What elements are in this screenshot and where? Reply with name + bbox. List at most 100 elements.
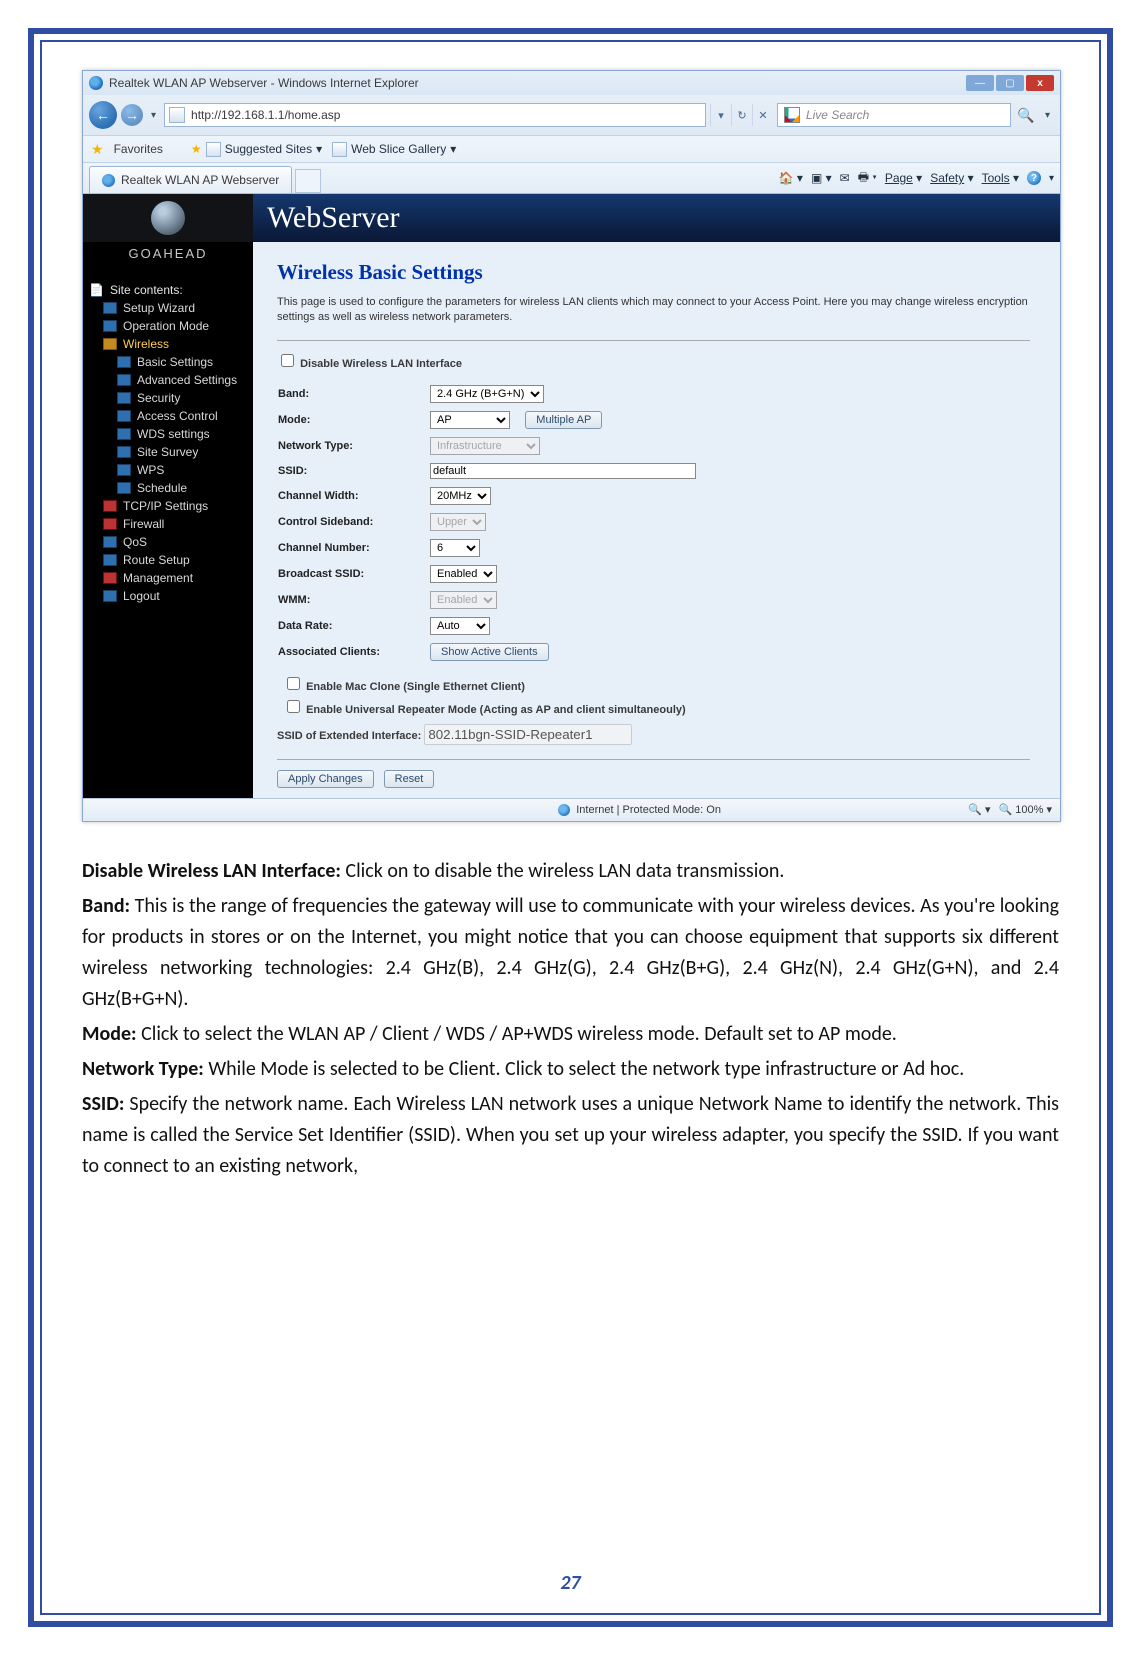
favorites-star-icon[interactable]: ★: [91, 141, 104, 158]
channel-number-select[interactable]: 6: [430, 539, 480, 557]
network-type-label: Network Type:: [277, 436, 429, 456]
nav-basic-settings[interactable]: Basic Settings: [117, 353, 253, 371]
band-label: Band:: [277, 384, 429, 404]
brand-text: GOAHEAD: [83, 242, 253, 269]
disable-wlan-label: Disable Wireless LAN Interface: [300, 358, 462, 370]
mac-clone-checkbox[interactable]: [287, 677, 300, 690]
suggested-sites-link[interactable]: ★ Suggested Sites ▾: [191, 142, 322, 157]
para-band-label: Band:: [82, 894, 130, 918]
zoom-icon[interactable]: 🔍 ▾: [968, 803, 990, 816]
command-bar: 🏠 ▾ ▣ ▾ ✉ 🖶 ▾ Page ▾ Safety ▾ Tools ▾ ?▾: [779, 163, 1054, 193]
nav-wireless[interactable]: Wireless: [103, 335, 253, 353]
nav-security[interactable]: Security: [117, 389, 253, 407]
para-disable-text: Click on to disable the wireless LAN dat…: [341, 859, 785, 883]
nav-site-survey[interactable]: Site Survey: [117, 443, 253, 461]
tab-active[interactable]: Realtek WLAN AP Webserver: [89, 166, 292, 193]
protected-mode-text: Internet | Protected Mode: On: [576, 804, 721, 816]
nav-schedule[interactable]: Schedule: [117, 479, 253, 497]
broadcast-ssid-select[interactable]: Enabled: [430, 565, 497, 583]
universal-repeater-checkbox[interactable]: [287, 700, 300, 713]
nav-wds-settings[interactable]: WDS settings: [117, 425, 253, 443]
ssid-input[interactable]: [430, 463, 696, 479]
web-slice-link[interactable]: Web Slice Gallery ▾: [332, 142, 456, 157]
status-bar: Internet | Protected Mode: On 🔍 ▾ 🔍 100%…: [83, 798, 1060, 821]
disable-wlan-checkbox[interactable]: [281, 354, 294, 367]
settings-form: Band: 2.4 GHz (B+G+N) Mode: AP Multiple …: [277, 378, 1030, 668]
star-icon: ★: [191, 142, 202, 156]
nav-setup-wizard[interactable]: Setup Wizard: [103, 299, 253, 317]
ssid-label: SSID:: [277, 462, 429, 480]
data-rate-select[interactable]: Auto: [430, 617, 490, 635]
show-active-clients-button[interactable]: Show Active Clients: [430, 643, 549, 661]
page-icon: [169, 107, 185, 123]
nav-access-control[interactable]: Access Control: [117, 407, 253, 425]
nav-route-setup[interactable]: Route Setup: [103, 551, 253, 569]
safety-menu[interactable]: Safety ▾: [930, 171, 973, 185]
zoom-level[interactable]: 🔍 100% ▾: [999, 803, 1052, 816]
stop-icon[interactable]: ✕: [752, 104, 773, 126]
document-body: Disable Wireless LAN Interface: Click on…: [82, 856, 1059, 1182]
control-sideband-label: Control Sideband:: [277, 512, 429, 532]
para-mode-text: Click to select the WLAN AP / Client / W…: [137, 1022, 897, 1046]
apply-changes-button[interactable]: Apply Changes: [277, 770, 374, 788]
search-dropdown[interactable]: ▾: [1041, 110, 1054, 121]
nav-qos[interactable]: QoS: [103, 533, 253, 551]
favorites-label: Favorites: [114, 142, 163, 156]
para-nettype-text: While Mode is selected to be Client. Cli…: [204, 1057, 964, 1081]
channel-width-select[interactable]: 20MHz: [430, 487, 491, 505]
search-input[interactable]: Live Search: [777, 103, 1011, 127]
home-icon[interactable]: 🏠 ▾: [779, 171, 803, 185]
dropdown-icon[interactable]: ▾: [710, 104, 731, 126]
para-ssid-label: SSID:: [82, 1092, 124, 1116]
window-titlebar: Realtek WLAN AP Webserver - Windows Inte…: [83, 71, 1060, 95]
nav-wps[interactable]: WPS: [117, 461, 253, 479]
ie-icon: [102, 174, 115, 187]
page-menu[interactable]: Page ▾: [885, 171, 922, 185]
close-button[interactable]: x: [1026, 75, 1054, 91]
maximize-button[interactable]: ▢: [996, 75, 1024, 91]
mail-icon[interactable]: ✉: [840, 171, 850, 185]
search-button[interactable]: 🔍: [1015, 104, 1037, 126]
nav-tcpip[interactable]: TCP/IP Settings: [103, 497, 253, 515]
new-tab-button[interactable]: [295, 169, 321, 193]
back-button[interactable]: ←: [89, 101, 117, 129]
para-band-text: This is the range of frequencies the gat…: [82, 894, 1059, 1011]
reset-button[interactable]: Reset: [384, 770, 435, 788]
router-page: GOAHEAD 📄 Site contents: Setup Wizard Op…: [83, 194, 1060, 798]
refresh-icon[interactable]: ↻: [731, 104, 752, 126]
minimize-button[interactable]: —: [966, 75, 994, 91]
nav-logout[interactable]: Logout: [103, 587, 253, 605]
mode-select[interactable]: AP: [430, 411, 510, 429]
page-number: 27: [42, 1571, 1099, 1595]
para-disable-label: Disable Wireless LAN Interface:: [82, 859, 341, 883]
globe-icon: [151, 201, 185, 235]
url-text: http://192.168.1.1/home.asp: [191, 108, 340, 122]
forward-button[interactable]: →: [121, 104, 143, 126]
multiple-ap-button[interactable]: Multiple AP: [525, 411, 602, 429]
associated-clients-label: Associated Clients:: [277, 642, 429, 662]
nav-operation-mode[interactable]: Operation Mode: [103, 317, 253, 335]
band-select[interactable]: 2.4 GHz (B+G+N): [430, 385, 544, 403]
tools-menu[interactable]: Tools ▾: [982, 171, 1019, 185]
nav-tree: 📄 Site contents: Setup Wizard Operation …: [83, 281, 253, 605]
tabs-row: Realtek WLAN AP Webserver 🏠 ▾ ▣ ▾ ✉ 🖶 ▾ …: [83, 163, 1060, 194]
page-description: This page is used to configure the param…: [277, 295, 1030, 326]
help-icon[interactable]: ?: [1027, 171, 1041, 185]
feeds-icon[interactable]: ▣ ▾: [811, 171, 832, 185]
channel-width-label: Channel Width:: [277, 486, 429, 506]
internet-zone-icon: [558, 804, 570, 816]
ie-icon: [89, 76, 103, 90]
search-placeholder: Live Search: [806, 108, 869, 122]
page-icon: [206, 142, 221, 157]
nav-advanced-settings[interactable]: Advanced Settings: [117, 371, 253, 389]
network-type-select: Infrastructure: [430, 437, 540, 455]
print-icon[interactable]: 🖶 ▾: [858, 168, 877, 189]
nav-management[interactable]: Management: [103, 569, 253, 587]
address-input[interactable]: http://192.168.1.1/home.asp: [164, 103, 706, 127]
address-bar-row: ← → ▾ http://192.168.1.1/home.asp ▾ ↻ ✕ …: [83, 95, 1060, 136]
nav-history-dropdown[interactable]: ▾: [147, 110, 160, 121]
nav-firewall[interactable]: Firewall: [103, 515, 253, 533]
banner: WebServer: [253, 194, 1060, 242]
main-panel: Wireless Basic Settings This page is use…: [253, 242, 1060, 798]
para-ssid-text: Specify the network name. Each Wireless …: [82, 1092, 1059, 1178]
